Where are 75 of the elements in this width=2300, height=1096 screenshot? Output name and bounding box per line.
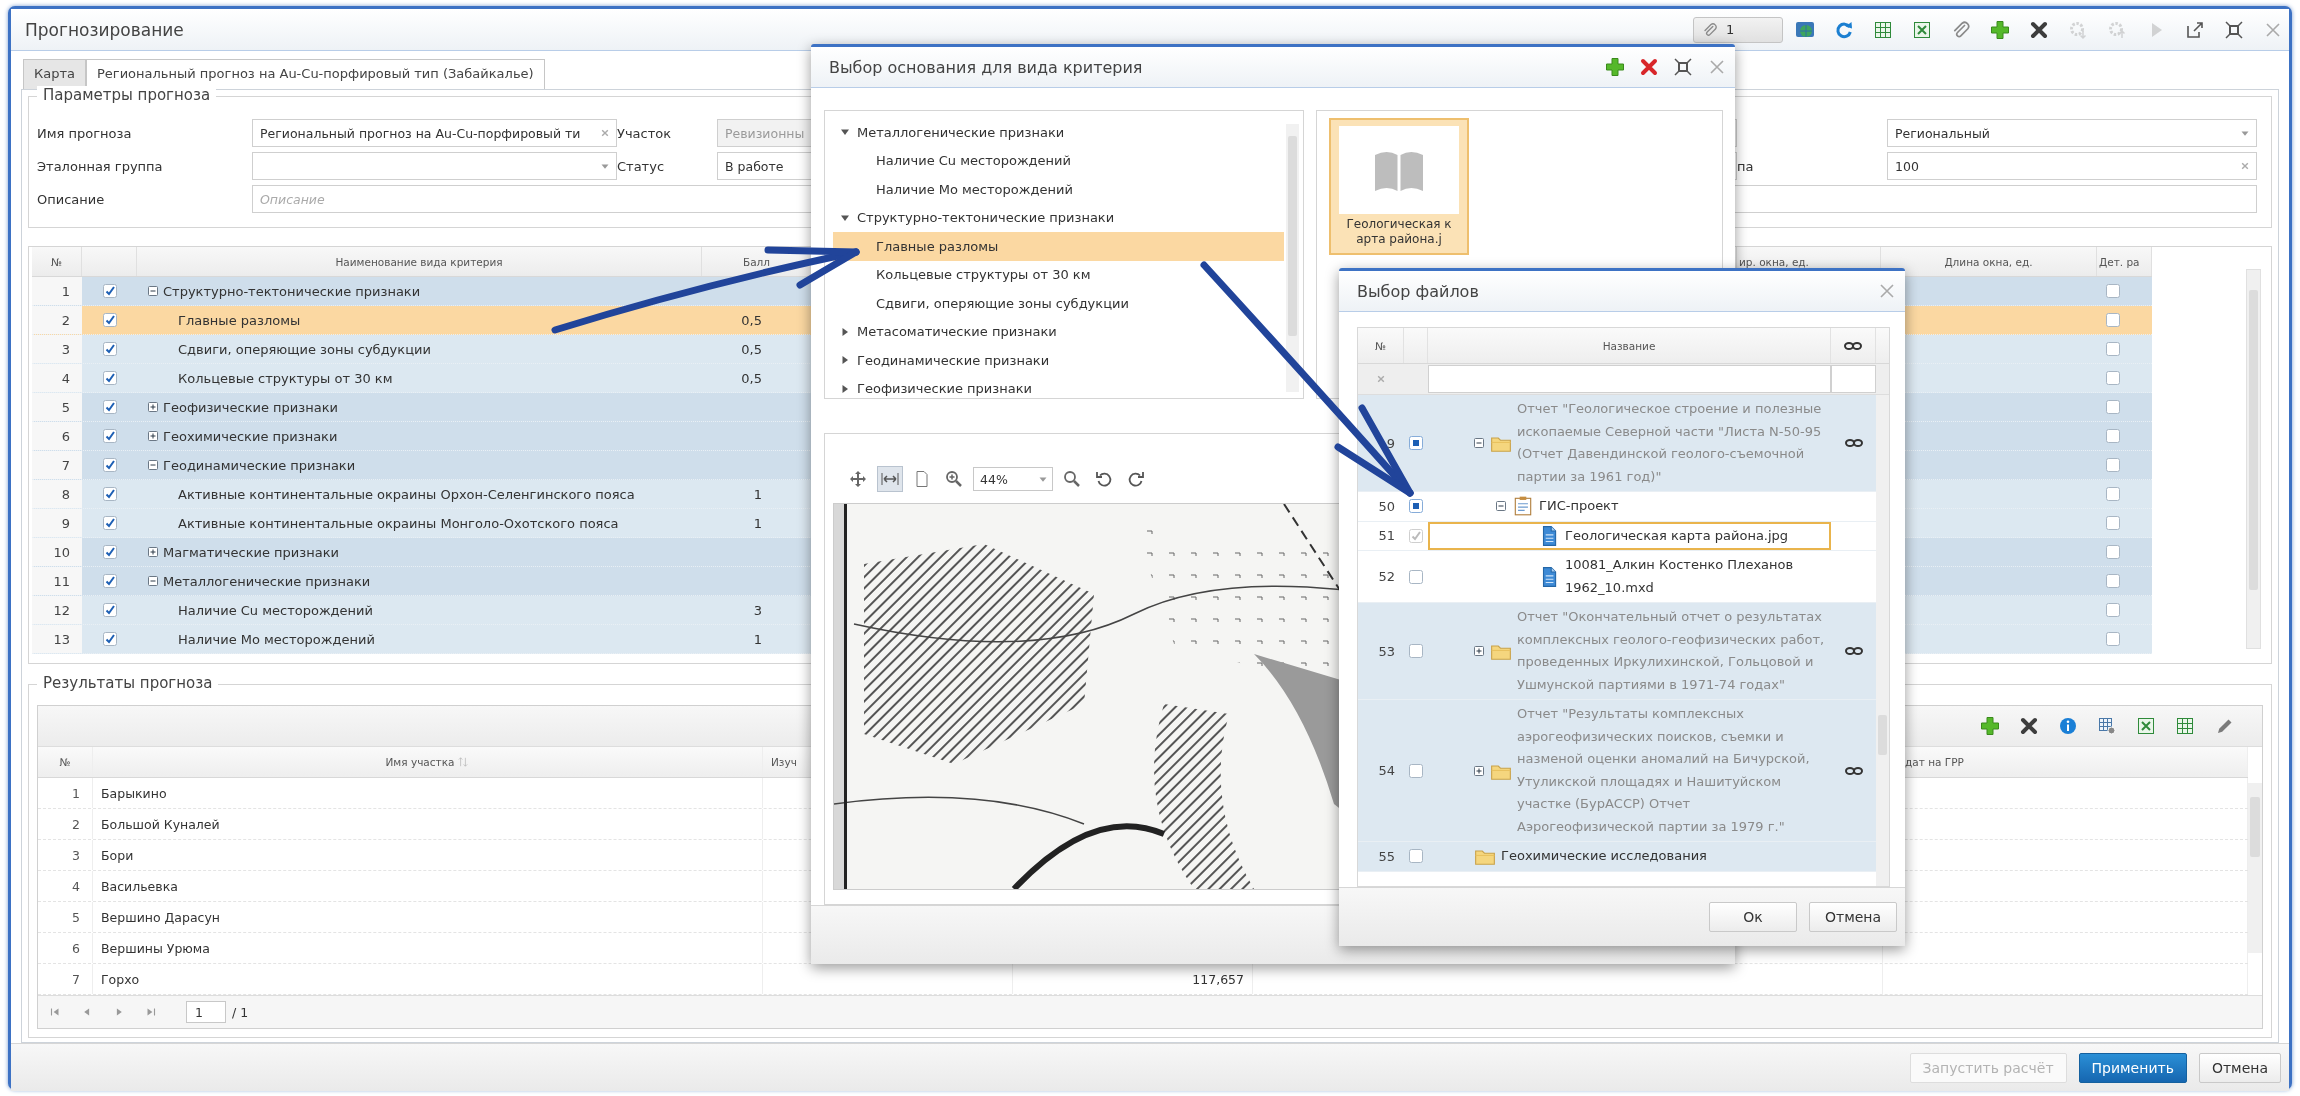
row-number: 1 — [38, 778, 93, 808]
field-label: Участок — [617, 125, 673, 141]
file-name: Геологическая карта района.jpg — [1565, 526, 1789, 545]
row-number: 2 — [38, 809, 93, 839]
table-cell: 1 — [753, 486, 762, 502]
row-number: 10 — [32, 538, 82, 566]
section-title: Результаты прогноза — [37, 674, 219, 692]
table-cell: Вершино Дарасун — [93, 902, 763, 932]
table-cell: Металлогенические признаки — [163, 573, 371, 589]
field-label: Статус — [617, 158, 666, 174]
field-label: Эталонная группа — [37, 158, 164, 174]
table-cell: 0,5 — [741, 370, 762, 386]
row-number: 7 — [32, 451, 82, 479]
table-cell: Васильевка — [93, 871, 763, 901]
table-cell: Магматические признаки — [163, 544, 339, 560]
file-name: Геологическая карта района.j — [1345, 217, 1453, 247]
row-number: 6 — [38, 933, 93, 963]
row-number: 7 — [38, 964, 93, 994]
file-name: 10081_Алкин Костенко Плеханов 1962_10.mxd — [1565, 556, 1795, 597]
row-number: 5 — [38, 902, 93, 932]
file-name: ГИС-проект — [1539, 497, 1619, 515]
field-label: Описание — [37, 191, 106, 207]
table-cell: Геодинамические признаки — [163, 457, 356, 473]
table-cell: Геофизические признаки — [163, 399, 338, 415]
row-number: 8 — [32, 480, 82, 508]
row-number: 9 — [1385, 434, 1396, 453]
row-number: 6 — [32, 422, 82, 450]
table-cell: Большой Куналей — [93, 809, 763, 839]
row-number: 2 — [32, 306, 82, 334]
row-number: 5 — [32, 393, 82, 421]
row-number: 53 — [1377, 642, 1396, 661]
table-cell: 0,5 — [741, 312, 762, 328]
row-number: 3 — [38, 840, 93, 870]
table-cell: Кольцевые структуры от 30 км — [178, 370, 393, 386]
table-cell: Главные разломы — [178, 312, 301, 328]
table-cell: Барыкино — [93, 778, 763, 808]
row-number: 55 — [1377, 847, 1396, 866]
table-cell: Бори — [93, 840, 763, 870]
table-cell: Структурно-тектонические признаки — [163, 283, 421, 299]
row-number: 3 — [32, 335, 82, 363]
window-title: Прогнозирование — [25, 19, 184, 40]
table-cell: Активные континентальные окраины Орхон-Селенгинского пояса — [178, 486, 635, 502]
row-number: 1 — [32, 277, 82, 305]
table-cell: 1 — [753, 631, 762, 647]
row-number: 54 — [1377, 762, 1396, 780]
file-name: Отчет "Геологическое строение и полезные ископаемые Северной части "Листа N-50-95 (Отчет Давендинской геолого-съемочной партии за 1961 год)" — [1517, 400, 1823, 486]
table-cell: Наличие Cu месторождений — [178, 602, 373, 618]
field-label: Имя прогноза — [37, 125, 133, 141]
table-cell: Вершины Урюма — [93, 933, 763, 963]
table-cell: Активные континентальные окраины Монголо-Охотского пояса — [178, 515, 619, 531]
table-cell: 3 — [753, 602, 762, 618]
row-number: 11 — [32, 567, 82, 595]
row-number: 9 — [32, 509, 82, 537]
table-cell: 0,5 — [741, 341, 762, 357]
table-cell: Наличие Mo месторождений — [178, 631, 375, 647]
file-name: Геохимические исследования — [1501, 847, 1707, 865]
table-cell: Геохимические признаки — [163, 428, 338, 444]
table-cell: 1 — [753, 515, 762, 531]
row-number: 13 — [32, 625, 82, 653]
row-number: 50 — [1377, 497, 1396, 516]
dialog-title: Выбор файлов — [1357, 281, 1479, 301]
table-cell: 117,657 — [1192, 971, 1244, 987]
row-number: 12 — [32, 596, 82, 624]
row-number: 4 — [32, 364, 82, 392]
file-name: Отчет "Результаты комплексных аэрогеофизических поисков, съемки и назменой оценки аномалий на Бичурской, Утуликской площадях и Нашитуйском участке (БурАССР) Отчет Аэрогеофизической партии за 1979 г." — [1517, 705, 1811, 836]
dialog-title: Выбор основания для вида критерия — [829, 57, 1143, 77]
file-name: Отчет "Окончательный отчет о результатах комплексных геолого-геофизических работ, проведенных Иркулихинской, Гольцовой и Ушмунской партиями в 1971-74 годах" — [1517, 608, 1826, 694]
field-label: па — [1737, 158, 1755, 174]
page-total: / 1 — [232, 1004, 249, 1020]
row-number: 51 — [1377, 527, 1396, 546]
row-number: 52 — [1377, 568, 1396, 586]
section-title: Параметры прогноза — [37, 86, 217, 104]
table-cell: Горхо — [93, 964, 763, 994]
row-number: 4 — [38, 871, 93, 901]
table-cell: Сдвиги, оперяющие зоны субдукции — [178, 341, 431, 357]
